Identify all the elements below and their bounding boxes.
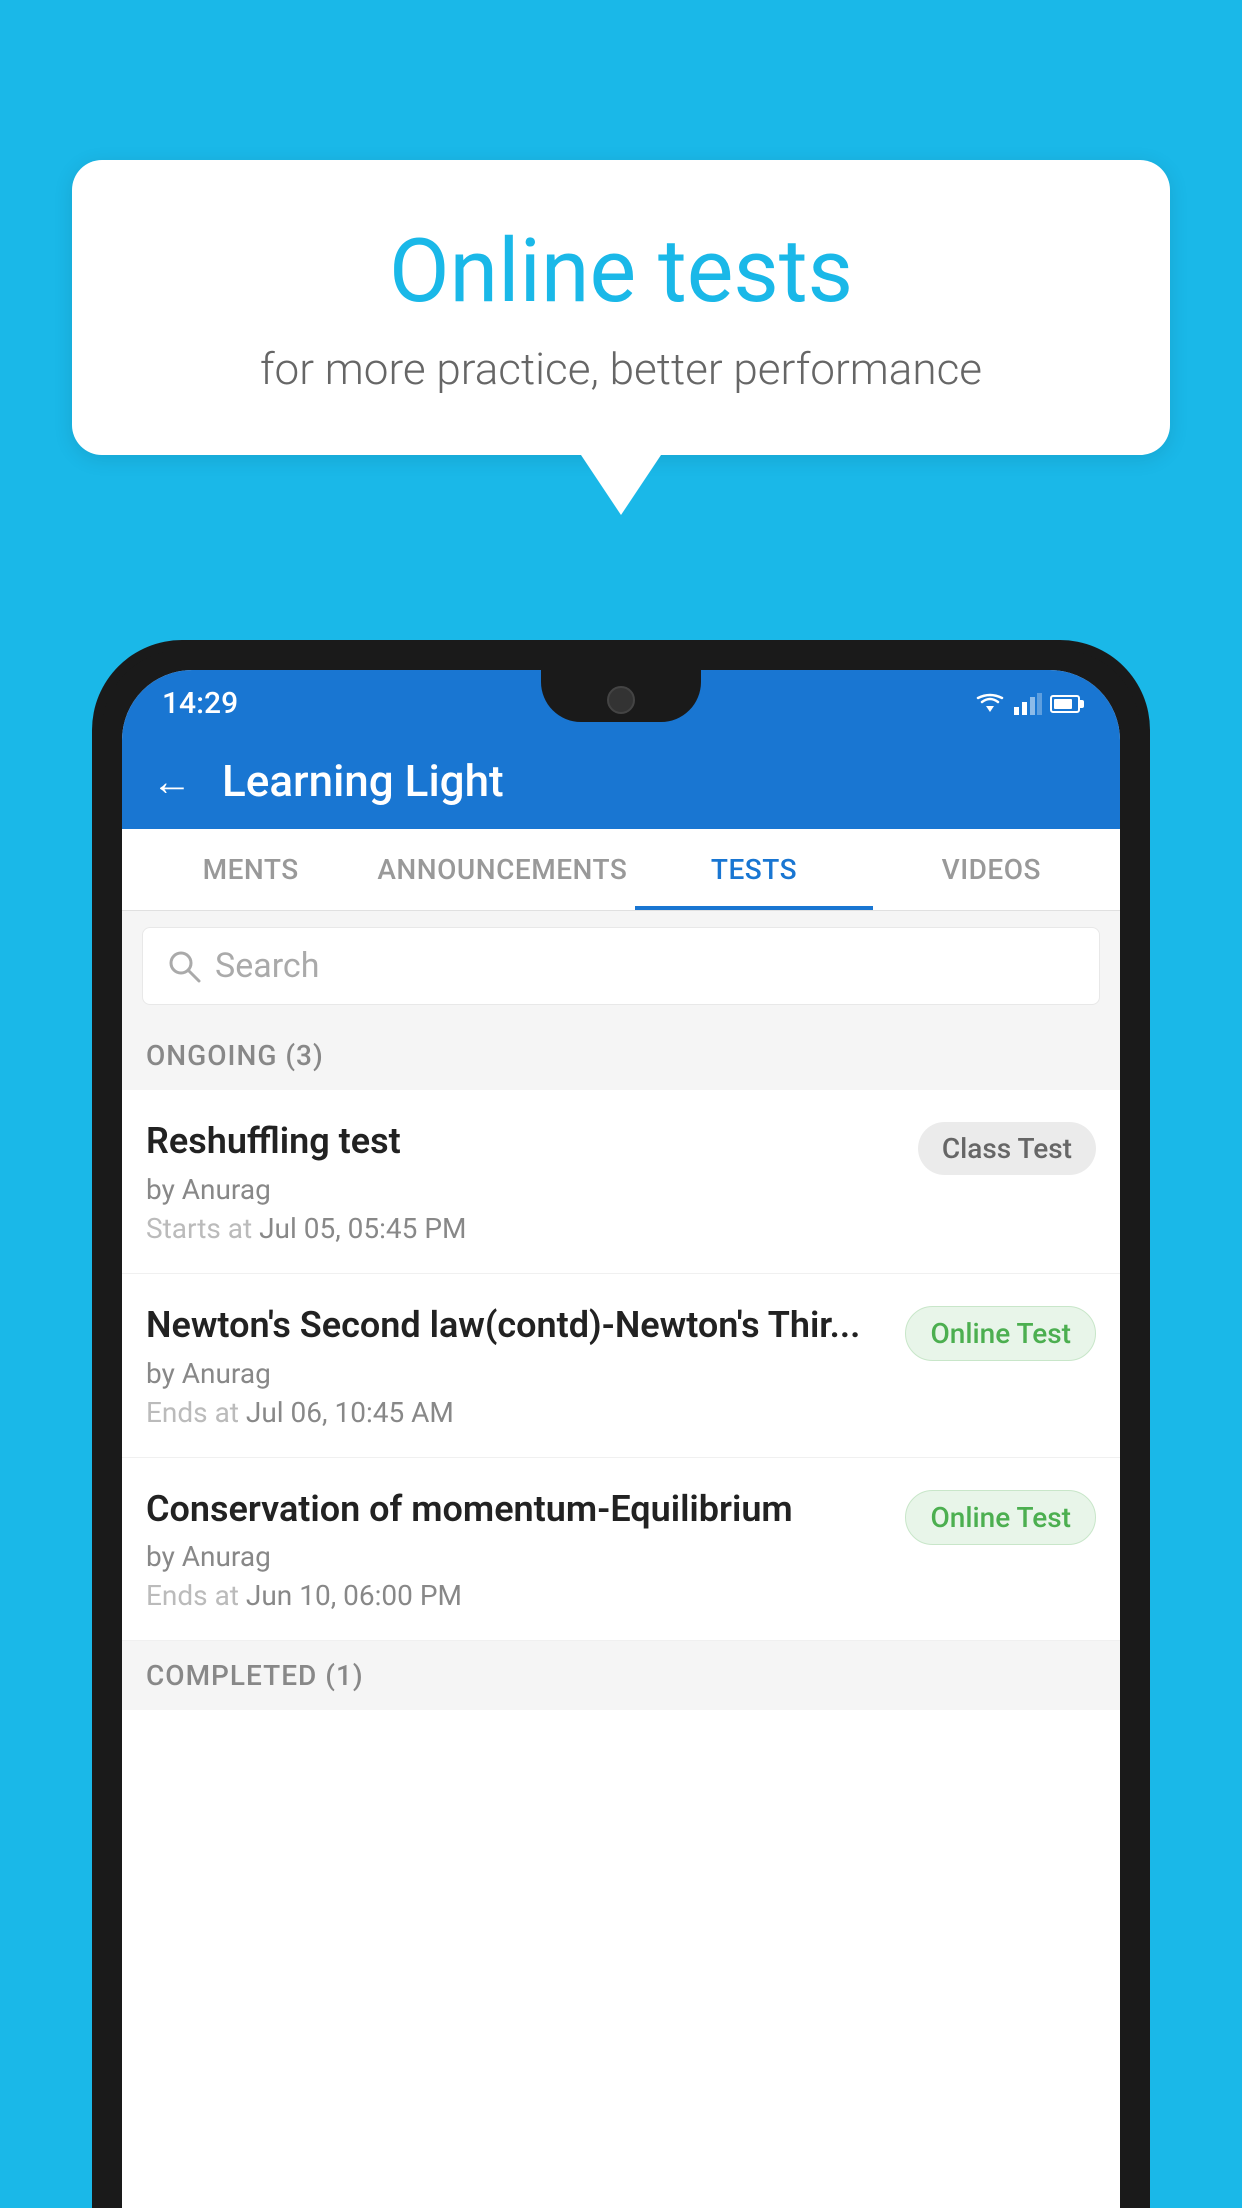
phone-inner: 14:29: [102, 650, 1140, 2208]
test-name: Newton's Second law(contd)-Newton's Thir…: [146, 1302, 885, 1349]
test-badge-class: Class Test: [918, 1122, 1096, 1175]
test-time: Ends at Jul 06, 10:45 AM: [146, 1396, 885, 1429]
tab-tests[interactable]: TESTS: [635, 829, 872, 910]
speech-bubble-subtitle: for more practice, better performance: [152, 343, 1090, 395]
wifi-icon: [974, 692, 1006, 716]
completed-section-header: COMPLETED (1): [122, 1641, 1120, 1710]
test-time-label: Starts at: [146, 1212, 252, 1245]
test-author: by Anurag: [146, 1173, 898, 1206]
test-time-value: Jul 05, 05:45 PM: [259, 1212, 466, 1245]
test-info: Reshuffling test by Anurag Starts at Jul…: [146, 1118, 898, 1245]
battery-icon: [1050, 695, 1080, 713]
back-button[interactable]: ←: [152, 758, 192, 805]
tab-videos[interactable]: VIDEOS: [873, 829, 1110, 910]
search-icon: [167, 949, 201, 983]
test-time: Ends at Jun 10, 06:00 PM: [146, 1579, 885, 1612]
test-time-value: Jun 10, 06:00 PM: [246, 1579, 462, 1612]
test-name: Conservation of momentum-Equilibrium: [146, 1486, 885, 1533]
test-list: Reshuffling test by Anurag Starts at Jul…: [122, 1090, 1120, 2208]
test-author: by Anurag: [146, 1357, 885, 1390]
app-title: Learning Light: [222, 755, 504, 807]
tab-ments[interactable]: MENTS: [132, 829, 369, 910]
tabs-bar: MENTS ANNOUNCEMENTS TESTS VIDEOS: [122, 829, 1120, 911]
phone-screen: 14:29: [122, 670, 1120, 2208]
tab-announcements[interactable]: ANNOUNCEMENTS: [369, 829, 635, 910]
test-time: Starts at Jul 05, 05:45 PM: [146, 1212, 898, 1245]
test-time-label: Ends at: [146, 1396, 239, 1429]
test-time-label: Ends at: [146, 1579, 239, 1612]
test-name: Reshuffling test: [146, 1118, 898, 1165]
search-placeholder: Search: [215, 946, 319, 986]
test-item[interactable]: Conservation of momentum-Equilibrium by …: [122, 1458, 1120, 1642]
test-item[interactable]: Newton's Second law(contd)-Newton's Thir…: [122, 1274, 1120, 1458]
test-badge-online: Online Test: [905, 1306, 1096, 1361]
search-bar[interactable]: Search: [142, 927, 1100, 1005]
test-info: Conservation of momentum-Equilibrium by …: [146, 1486, 885, 1613]
speech-bubble-tail: [581, 455, 661, 515]
test-author: by Anurag: [146, 1540, 885, 1573]
front-camera: [607, 686, 635, 714]
app-header: ← Learning Light: [122, 733, 1120, 829]
test-time-value: Jul 06, 10:45 AM: [246, 1396, 454, 1429]
test-item[interactable]: Reshuffling test by Anurag Starts at Jul…: [122, 1090, 1120, 1274]
screen-content: Search ONGOING (3) Reshuffling test by A…: [122, 911, 1120, 2208]
speech-bubble: Online tests for more practice, better p…: [72, 160, 1170, 455]
speech-bubble-container: Online tests for more practice, better p…: [72, 160, 1170, 515]
phone-frame: 14:29: [92, 640, 1150, 2208]
test-info: Newton's Second law(contd)-Newton's Thir…: [146, 1302, 885, 1429]
phone-notch: [541, 670, 701, 722]
ongoing-section-header: ONGOING (3): [122, 1021, 1120, 1090]
status-time: 14:29: [162, 686, 238, 721]
status-icons: [974, 692, 1080, 716]
signal-icon: [1014, 693, 1042, 715]
speech-bubble-title: Online tests: [152, 220, 1090, 323]
search-container: Search: [122, 911, 1120, 1021]
test-badge-online-2: Online Test: [905, 1490, 1096, 1545]
